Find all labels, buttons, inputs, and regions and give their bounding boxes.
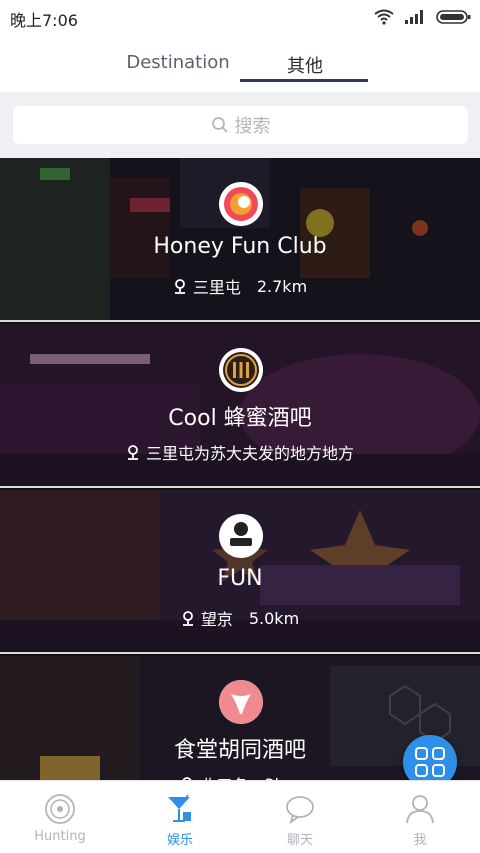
tab-other[interactable]: 其他 bbox=[242, 52, 368, 78]
nav-label: 我 bbox=[413, 833, 427, 848]
long-logo-icon bbox=[219, 514, 263, 558]
search-placeholder: 搜索 bbox=[234, 116, 271, 137]
venue-card[interactable]: FUN 望京 5.0km bbox=[0, 490, 480, 654]
nav-item-chat[interactable]: 聊天 bbox=[240, 781, 360, 853]
bar-logo-icon bbox=[219, 348, 263, 392]
cocktail-icon bbox=[168, 794, 191, 822]
venue-distance: 5.0km bbox=[248, 608, 300, 628]
venue-location: 三里屯 2.7km bbox=[0, 274, 480, 298]
chat-bubble-icon bbox=[286, 796, 314, 825]
nav-item-entertainment[interactable]: 娱乐 bbox=[120, 781, 240, 853]
battery-icon bbox=[436, 10, 471, 24]
card-divider bbox=[0, 486, 480, 488]
status-icons bbox=[374, 8, 472, 26]
nav-label: 聊天 bbox=[286, 833, 313, 848]
venue-name: Cool 蜂蜜酒吧 bbox=[168, 406, 312, 431]
tab-destination[interactable]: Destination bbox=[118, 52, 238, 73]
status-time: 晚上7:06 bbox=[10, 11, 78, 30]
search-input[interactable]: 搜索 bbox=[13, 106, 468, 144]
record-icon bbox=[45, 794, 75, 824]
nav-item-hunting[interactable]: Hunting bbox=[0, 781, 120, 853]
card-divider bbox=[0, 652, 480, 654]
venue-location: 望京 5.0km bbox=[0, 606, 480, 630]
nav-label: 娱乐 bbox=[166, 833, 193, 848]
search-area: 搜索 bbox=[0, 92, 480, 158]
active-tab-indicator bbox=[240, 79, 368, 82]
venue-list[interactable]: Honey Fun Club 三里屯 2.7km Cool 蜂蜜酒吧 三里屯为苏… bbox=[0, 158, 480, 780]
bottom-nav: Hunting 娱乐 聊天 我 bbox=[0, 780, 480, 853]
location-pin-icon bbox=[127, 445, 138, 460]
venue-area: 三里屯 bbox=[192, 278, 241, 297]
venue-area: 三里屯为苏大夫发的地方地方 bbox=[145, 444, 354, 463]
search-icon bbox=[211, 117, 228, 133]
venue-location: 三里屯为苏大夫发的地方地方 bbox=[0, 440, 480, 464]
wifi-icon bbox=[374, 9, 394, 25]
top-tabs: Destination 其他 bbox=[0, 34, 480, 92]
venue-card[interactable]: Cool 蜂蜜酒吧 三里屯为苏大夫发的地方地方 bbox=[0, 324, 480, 488]
app-screen: 晚上7:06 Destination 其他 搜索 Honey Fun Club … bbox=[0, 0, 480, 853]
nav-item-me[interactable]: 我 bbox=[360, 781, 480, 853]
lion-logo-icon bbox=[219, 182, 263, 226]
location-pin-icon bbox=[174, 279, 185, 294]
card-divider bbox=[0, 320, 480, 322]
venue-distance: 2.7km bbox=[256, 276, 308, 296]
nav-label: Hunting bbox=[34, 829, 86, 844]
venue-card[interactable]: Honey Fun Club 三里屯 2.7km bbox=[0, 158, 480, 322]
pink-logo-icon bbox=[219, 680, 263, 724]
venue-area: 望京 bbox=[200, 610, 233, 629]
venue-area: 北三条 bbox=[200, 772, 248, 780]
person-icon bbox=[406, 795, 434, 824]
status-bar: 晚上7:06 bbox=[0, 0, 480, 34]
venue-name: FUN bbox=[217, 566, 263, 591]
signal-icon bbox=[405, 10, 423, 24]
location-pin-icon bbox=[182, 611, 193, 626]
venue-name: Honey Fun Club bbox=[153, 234, 327, 259]
